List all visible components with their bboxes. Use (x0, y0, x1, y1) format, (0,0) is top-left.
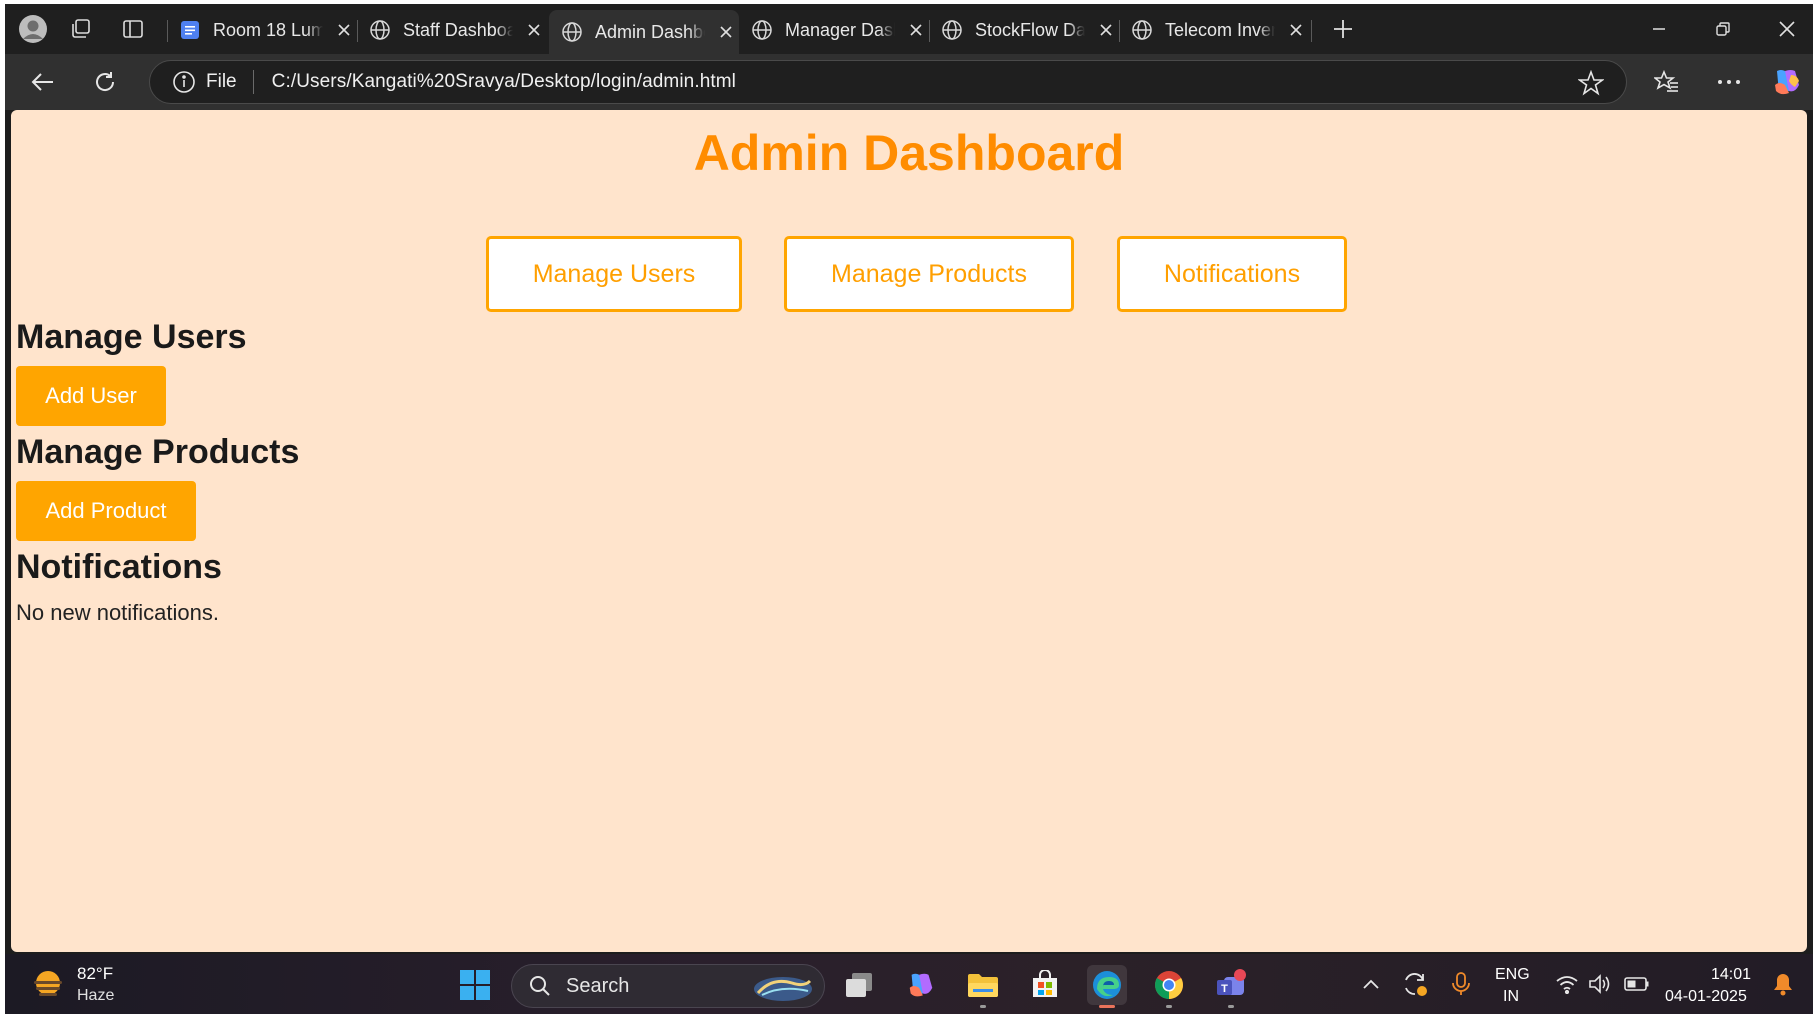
favorites-icon[interactable] (1649, 64, 1685, 100)
manage-users-nav-button[interactable]: Manage Users (486, 236, 742, 312)
region-indicator[interactable]: IN (1503, 988, 1519, 1006)
copilot-icon[interactable] (1769, 64, 1805, 100)
close-tab-icon[interactable] (713, 19, 739, 45)
weather-temperature[interactable]: 82°F (77, 964, 113, 984)
active-indicator (1099, 1005, 1115, 1008)
globe-icon (939, 17, 965, 43)
running-indicator (1228, 1005, 1234, 1008)
search-icon (528, 974, 552, 998)
chevron-up-icon[interactable] (1357, 970, 1385, 998)
microsoft-store-icon[interactable] (1025, 965, 1065, 1005)
tab-strip: Room 18 Lumen H Staff Dashboard Admin Da… (5, 4, 1813, 54)
globe-icon (1129, 17, 1155, 43)
document-icon (177, 17, 203, 43)
restore-icon[interactable] (1701, 10, 1745, 48)
new-tab-plus-icon[interactable] (1327, 13, 1359, 45)
tab-title: Admin Dashboard (595, 21, 705, 42)
wifi-icon[interactable] (1553, 970, 1581, 998)
volume-icon[interactable] (1587, 970, 1615, 998)
search-highlight-icon (752, 971, 814, 1003)
tab-actions-icon[interactable] (117, 13, 149, 45)
close-window-icon[interactable] (1765, 10, 1809, 48)
refresh-icon[interactable] (87, 64, 123, 100)
weather-condition[interactable]: Haze (77, 987, 114, 1005)
task-view-icon[interactable] (839, 965, 879, 1005)
close-tab-icon[interactable] (1283, 17, 1309, 43)
more-options-icon[interactable] (1711, 64, 1747, 100)
tab-title: Room 18 Lumen H (213, 19, 323, 40)
edge-browser-icon[interactable] (1087, 965, 1127, 1008)
chrome-browser-icon[interactable] (1149, 965, 1189, 1008)
windows-taskbar: 82°F Haze Search T ENG IN 14:01 04-01-20… (5, 954, 1813, 1014)
tab-staff-dashboard[interactable]: Staff Dashboard (357, 10, 547, 50)
tab-room-18[interactable]: Room 18 Lumen H (167, 10, 357, 50)
tab-manager-dashboard[interactable]: Manager Dashboard (739, 10, 929, 50)
tab-title: StockFlow Dashboard (975, 19, 1085, 40)
info-icon[interactable] (172, 70, 196, 94)
address-separator (252, 70, 254, 94)
taskbar-search[interactable]: Search (511, 964, 825, 1008)
manage-products-heading: Manage Products (16, 433, 300, 471)
page-title: Admin Dashboard (693, 125, 1125, 181)
notifications-nav-button[interactable]: Notifications (1117, 236, 1347, 312)
globe-icon (367, 17, 393, 43)
clock-time[interactable]: 14:01 (1711, 966, 1751, 984)
tab-title: Manager Dashboard (785, 19, 895, 40)
scheme-label: File (206, 71, 237, 92)
microphone-icon[interactable] (1447, 970, 1475, 998)
weather-haze-icon[interactable] (31, 968, 65, 1002)
star-favorite-icon[interactable] (1577, 69, 1605, 96)
close-tab-icon[interactable] (521, 17, 547, 43)
running-indicator (980, 1005, 986, 1008)
battery-icon[interactable] (1623, 970, 1651, 998)
sync-alert-icon[interactable] (1401, 970, 1429, 998)
close-tab-icon[interactable] (1093, 17, 1119, 43)
url-text[interactable]: C:/Users/Kangati%20Sravya/Desktop/login/… (272, 71, 736, 93)
page-viewport: Admin Dashboard Manage Users Manage Prod… (11, 110, 1807, 952)
add-product-button[interactable]: Add Product (16, 481, 196, 541)
notification-bell-icon[interactable] (1769, 970, 1797, 998)
globe-icon (559, 19, 585, 45)
tab-title: Telecom Inventory (1165, 19, 1275, 40)
clock-date[interactable]: 04-01-2025 (1665, 988, 1747, 1006)
file-explorer-icon[interactable] (963, 965, 1003, 1008)
windows-start-icon[interactable] (455, 965, 495, 1005)
back-arrow-icon[interactable] (25, 64, 61, 100)
teams-icon[interactable]: T (1211, 965, 1251, 1008)
search-label: Search (566, 974, 630, 997)
tab-stockflow-dashboard[interactable]: StockFlow Dashboard (929, 10, 1119, 50)
minimize-icon[interactable] (1637, 10, 1681, 48)
svg-text:T: T (1221, 983, 1228, 995)
tab-separator (1311, 20, 1312, 42)
workspaces-icon[interactable] (65, 13, 97, 45)
copilot-taskbar-icon[interactable] (901, 965, 941, 1005)
browser-toolbar: File C:/Users/Kangati%20Sravya/Desktop/l… (5, 54, 1813, 110)
browser-window: Room 18 Lumen H Staff Dashboard Admin Da… (5, 4, 1813, 1014)
globe-icon (749, 17, 775, 43)
tab-title: Staff Dashboard (403, 19, 513, 40)
address-bar[interactable]: File C:/Users/Kangati%20Sravya/Desktop/l… (149, 60, 1627, 104)
close-tab-icon[interactable] (903, 17, 929, 43)
notifications-empty-text: No new notifications. (16, 600, 219, 625)
manage-users-heading: Manage Users (16, 318, 247, 356)
notifications-heading: Notifications (16, 548, 222, 586)
close-tab-icon[interactable] (331, 17, 357, 43)
running-indicator (1166, 1005, 1172, 1008)
manage-products-nav-button[interactable]: Manage Products (784, 236, 1074, 312)
tab-admin-dashboard[interactable]: Admin Dashboard (549, 10, 739, 54)
language-indicator[interactable]: ENG (1495, 966, 1530, 984)
add-user-button[interactable]: Add User (16, 366, 166, 426)
tab-telecom-inventory[interactable]: Telecom Inventory (1119, 10, 1309, 50)
profile-avatar-icon[interactable] (17, 13, 49, 45)
